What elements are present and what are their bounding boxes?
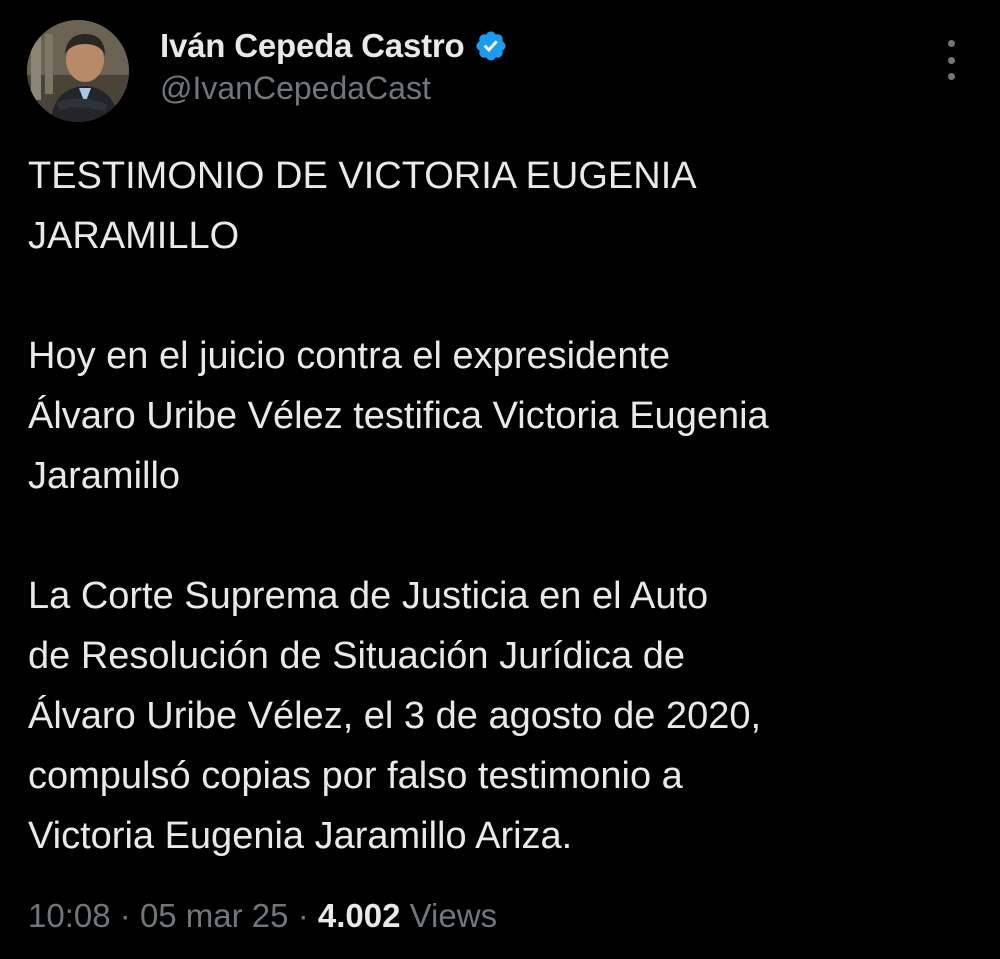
tweet: Iván Cepeda Castro @IvanCepedaCast TESTI… bbox=[0, 0, 1000, 959]
tweet-line: La Corte Suprema de Justicia en el Auto bbox=[28, 575, 709, 617]
separator: · bbox=[297, 897, 309, 934]
tweet-line: Jaramillo bbox=[28, 455, 181, 497]
tweet-paragraph: TESTIMONIO DE VICTORIA EUGENIA JARAMILLO bbox=[28, 146, 978, 266]
author-handle[interactable]: @IvanCepedaCast bbox=[160, 70, 431, 107]
tweet-date[interactable]: 05 mar 25 bbox=[140, 897, 289, 934]
tweet-meta: 10:08 · 05 mar 25 · 4.002 Views bbox=[28, 897, 497, 935]
separator: · bbox=[119, 897, 131, 934]
tweet-line: JARAMILLO bbox=[28, 215, 240, 257]
tweet-time[interactable]: 10:08 bbox=[28, 897, 111, 934]
tweet-line: Álvaro Uribe Vélez, el 3 de agosto de 20… bbox=[28, 695, 762, 737]
author-display-name[interactable]: Iván Cepeda Castro bbox=[160, 27, 465, 65]
avatar[interactable] bbox=[27, 20, 129, 122]
author-name-row: Iván Cepeda Castro bbox=[160, 24, 508, 68]
profile-photo bbox=[27, 20, 129, 122]
tweet-text: TESTIMONIO DE VICTORIA EUGENIA JARAMILLO… bbox=[28, 146, 978, 866]
tweet-line: Álvaro Uribe Vélez testifica Victoria Eu… bbox=[28, 395, 769, 437]
tweet-line: de Resolución de Situación Jurídica de bbox=[28, 635, 685, 677]
tweet-paragraph: La Corte Suprema de Justicia en el Auto … bbox=[28, 566, 978, 866]
tweet-line: Victoria Eugenia Jaramillo Ariza. bbox=[28, 815, 573, 857]
dot bbox=[947, 56, 955, 64]
tweet-paragraph: Hoy en el juicio contra el expresidente … bbox=[28, 326, 978, 506]
dot bbox=[947, 40, 955, 47]
tweet-line: compulsó copias por falso testimonio a bbox=[28, 755, 683, 797]
tweet-line: TESTIMONIO DE VICTORIA EUGENIA bbox=[28, 155, 697, 197]
tweet-line: Hoy en el juicio contra el expresidente bbox=[28, 335, 671, 377]
dot bbox=[947, 73, 955, 80]
verified-badge-icon[interactable] bbox=[474, 29, 508, 63]
more-options-icon[interactable] bbox=[936, 40, 966, 80]
views-label: Views bbox=[409, 897, 498, 934]
views-count: 4.002 bbox=[317, 897, 401, 934]
